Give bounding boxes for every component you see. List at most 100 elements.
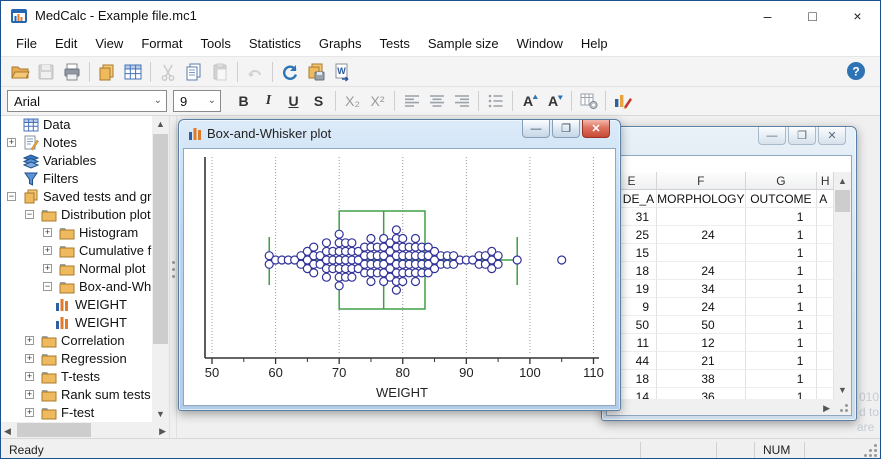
collapse-icon[interactable]: −: [43, 282, 52, 291]
menu-edit[interactable]: Edit: [46, 33, 86, 54]
tree-item-weight[interactable]: WEIGHT: [1, 296, 152, 314]
scroll-up-icon[interactable]: ▲: [834, 176, 851, 186]
scroll-right-icon[interactable]: ▶: [159, 426, 166, 437]
bold-button[interactable]: B: [231, 89, 256, 113]
grid-cell[interactable]: [817, 388, 834, 399]
grid-cell[interactable]: 24: [657, 262, 746, 280]
help-button[interactable]: ?: [846, 61, 866, 86]
menu-graphs[interactable]: Graphs: [310, 33, 371, 54]
grid-cell[interactable]: 1: [745, 208, 818, 226]
column-header[interactable]: F: [657, 172, 746, 190]
expand-icon[interactable]: +: [25, 336, 34, 345]
child-restore-button[interactable]: ❐: [788, 127, 816, 145]
grid-cell[interactable]: 1: [745, 244, 818, 262]
grid-cell[interactable]: A: [817, 190, 834, 208]
child-minimize-button[interactable]: —: [758, 127, 786, 145]
grid-cell[interactable]: [657, 208, 746, 226]
tree-item-f-test[interactable]: + F-test: [1, 404, 152, 422]
tree-item-box-and-whi[interactable]: − Box-and-Whi: [1, 278, 152, 296]
menu-window[interactable]: Window: [508, 33, 572, 54]
tree-item-weight[interactable]: WEIGHT: [1, 314, 152, 332]
scroll-left-icon[interactable]: ◀: [4, 426, 11, 437]
grid-cell[interactable]: 36: [657, 388, 746, 399]
sidebar-vertical-scrollbar[interactable]: ▲ ▼: [152, 116, 169, 422]
scroll-up-icon[interactable]: ▲: [152, 119, 169, 129]
child-minimize-button[interactable]: —: [522, 120, 550, 138]
underline-button[interactable]: U: [281, 89, 306, 113]
menu-statistics[interactable]: Statistics: [240, 33, 310, 54]
open-file-button[interactable]: [7, 60, 33, 84]
tree-item-cumulative-fr[interactable]: + Cumulative fr: [1, 242, 152, 260]
expand-icon[interactable]: +: [7, 138, 16, 147]
menu-help[interactable]: Help: [572, 33, 617, 54]
tree-item-distribution-plot[interactable]: − Distribution plot: [1, 206, 152, 224]
child-close-button[interactable]: ✕: [818, 127, 846, 145]
grid-cell[interactable]: 24: [657, 298, 746, 316]
menu-tools[interactable]: Tools: [191, 33, 239, 54]
resize-grip[interactable]: [834, 399, 851, 415]
grid-cell[interactable]: 1: [746, 388, 818, 399]
menu-tests[interactable]: Tests: [371, 33, 419, 54]
child-restore-button[interactable]: ❐: [552, 120, 580, 138]
grid-cell[interactable]: [817, 280, 834, 298]
expand-icon[interactable]: +: [25, 390, 34, 399]
expand-icon[interactable]: +: [25, 408, 34, 417]
expand-icon[interactable]: +: [43, 264, 52, 273]
collapse-icon[interactable]: −: [25, 210, 34, 219]
grid-cell[interactable]: [817, 316, 834, 334]
strikethrough-button[interactable]: S: [306, 89, 331, 113]
grid-cell[interactable]: [817, 226, 834, 244]
panel-splitter[interactable]: [169, 116, 177, 438]
expand-icon[interactable]: +: [43, 246, 52, 255]
child-close-button[interactable]: ✕: [582, 120, 610, 138]
spreadsheet-titlebar[interactable]: — ❐ ✕: [602, 127, 856, 155]
grid-cell[interactable]: [817, 298, 834, 316]
grid-cell[interactable]: 12: [657, 334, 746, 352]
boxplot-window[interactable]: Box-and-Whisker plot — ❐ ✕ 50 60 70 80 90 100…: [178, 119, 621, 411]
scrollbar-thumb[interactable]: [153, 134, 168, 344]
tree-item-histogram[interactable]: + Histogram: [1, 224, 152, 242]
print-button[interactable]: [59, 60, 85, 84]
expand-icon[interactable]: +: [43, 228, 52, 237]
tree-item-t-tests[interactable]: + T-tests: [1, 368, 152, 386]
column-header[interactable]: G: [745, 172, 818, 190]
sidebar-horizontal-scrollbar[interactable]: ◀ ▶: [1, 422, 169, 438]
font-name-combo[interactable]: Arial ⌄: [7, 90, 167, 112]
tree-item-regression[interactable]: + Regression: [1, 350, 152, 368]
column-header[interactable]: H: [817, 172, 834, 190]
maximize-button[interactable]: □: [790, 1, 835, 31]
scroll-right-icon[interactable]: ▶: [823, 403, 830, 414]
grid-cell[interactable]: 1: [745, 226, 818, 244]
minimize-button[interactable]: –: [745, 1, 790, 31]
boxplot-titlebar[interactable]: Box-and-Whisker plot — ❐ ✕: [179, 120, 620, 148]
grid-cell[interactable]: [817, 262, 834, 280]
grid-cell[interactable]: 38: [657, 370, 746, 388]
tree-item-data[interactable]: Data: [1, 116, 152, 134]
grid-cell[interactable]: [657, 244, 746, 262]
data-grid[interactable]: E F G H DE_A MORPHOLOGY OUTCOME A 31 1 25 24 1 15 1 18 2…: [607, 172, 834, 399]
scrollbar-thumb[interactable]: [835, 190, 850, 212]
tree-item-filters[interactable]: Filters: [1, 170, 152, 188]
expand-icon[interactable]: +: [25, 372, 34, 381]
spreadsheet-window[interactable]: — ❐ ✕ E F G H DE_A MORPHOLOGY OUTCOME A 31 1 25 24 1…: [601, 126, 857, 421]
grid-cell[interactable]: 1: [745, 316, 818, 334]
increase-font-button[interactable]: A: [517, 89, 542, 113]
menu-file[interactable]: File: [7, 33, 46, 54]
menu-format[interactable]: Format: [132, 33, 191, 54]
font-size-combo[interactable]: 9 ⌄: [173, 90, 221, 112]
grid-cell[interactable]: 1: [745, 334, 818, 352]
tree-item-variables[interactable]: Variables: [1, 152, 152, 170]
data-grid-button[interactable]: [120, 60, 146, 84]
decrease-font-button[interactable]: A: [542, 89, 567, 113]
tree-item-normal-plot[interactable]: + Normal plot: [1, 260, 152, 278]
grid-cell[interactable]: [817, 334, 834, 352]
tree-item-correlation[interactable]: + Correlation: [1, 332, 152, 350]
export-word-button[interactable]: W: [329, 60, 355, 84]
grid-cell[interactable]: [817, 352, 834, 370]
grid-cell[interactable]: [817, 370, 834, 388]
scroll-down-icon[interactable]: ▼: [152, 409, 169, 419]
grid-cell[interactable]: OUTCOME: [745, 190, 818, 208]
grid-cell[interactable]: MORPHOLOGY: [657, 190, 746, 208]
menu-view[interactable]: View: [86, 33, 132, 54]
grid-cell[interactable]: 1: [745, 298, 818, 316]
